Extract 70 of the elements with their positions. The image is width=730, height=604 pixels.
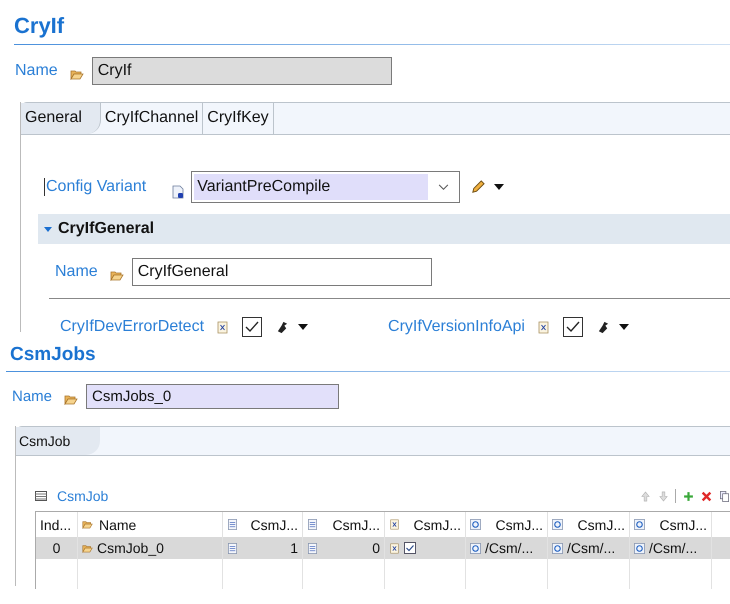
column-label: CsmJ...	[658, 516, 707, 532]
name-label: Name	[55, 263, 98, 281]
document-icon	[389, 542, 400, 554]
name-field[interactable]: CryIf	[92, 57, 392, 85]
name-field[interactable]: CsmJobs_0	[86, 384, 340, 408]
document-icon	[172, 185, 184, 199]
caret-icon[interactable]	[494, 184, 504, 190]
checkbox[interactable]	[562, 317, 583, 337]
name-label: Name	[12, 388, 52, 404]
reference-icon	[634, 542, 645, 554]
document-icon	[217, 320, 228, 334]
name-field[interactable]: CryIfGeneral	[132, 258, 432, 286]
add-icon[interactable]	[683, 490, 694, 502]
table-cell-text: /Csm/...	[485, 540, 534, 556]
tool-icon[interactable]	[276, 320, 290, 334]
tab[interactable]: CryIfKey	[203, 103, 274, 134]
table-cell-text: 0	[52, 540, 62, 556]
tab[interactable]: General	[21, 103, 101, 134]
config-variant-label: Config Variant	[44, 178, 146, 196]
reference-icon	[470, 519, 481, 530]
config-variant-dropdown[interactable]: VariantPreCompile	[191, 171, 460, 203]
folder-icon	[70, 68, 84, 80]
table-cell-text: CsmJob_0	[97, 540, 165, 556]
reference-icon	[470, 542, 481, 554]
column-label: Ind...	[40, 516, 72, 532]
section-title: CsmJobs	[9, 343, 97, 367]
copy-icon[interactable]	[719, 490, 730, 502]
column-label: CsmJ...	[576, 516, 625, 532]
reference-icon	[552, 542, 563, 554]
pencil-icon[interactable]	[470, 180, 486, 194]
number-icon	[227, 542, 238, 554]
document-icon	[538, 320, 549, 334]
table-icon	[35, 491, 47, 501]
parameter-label: CryIfVersionInfoApi	[388, 318, 525, 336]
reference-icon	[634, 519, 645, 530]
reference-icon	[552, 519, 563, 530]
table-row[interactable]: 0 CsmJob_0 1 0 /Csm/... /Csm/... /Csm/...	[36, 537, 730, 559]
number-icon	[307, 519, 318, 530]
number-icon	[227, 519, 238, 530]
document-icon	[389, 519, 400, 530]
table-cell-text: /Csm/...	[649, 540, 698, 556]
caret-icon[interactable]	[618, 324, 629, 330]
column-label: CsmJ...	[412, 516, 461, 532]
table-cell-text: /Csm/...	[567, 540, 616, 556]
page-title: CryIf	[13, 12, 66, 40]
folder-icon	[110, 270, 124, 280]
parameter-label: CryIfDevErrorDetect	[60, 318, 204, 336]
chevron-down-icon	[438, 184, 450, 190]
number-icon	[307, 542, 318, 554]
caret-icon[interactable]	[298, 324, 308, 330]
section-title: CryIfGeneral	[58, 220, 154, 238]
tab[interactable]: CryIfChannel	[100, 103, 204, 134]
expand-icon[interactable]	[44, 226, 52, 232]
delete-icon[interactable]	[701, 490, 712, 502]
checkbox[interactable]	[242, 317, 262, 337]
folder-icon	[64, 394, 78, 404]
tab[interactable]: CsmJob	[16, 427, 100, 455]
tool-icon[interactable]	[596, 320, 610, 334]
table-cell-text: 1	[289, 540, 298, 556]
folder-icon	[82, 519, 93, 530]
column-label: CsmJ...	[250, 516, 298, 532]
checkbox[interactable]	[404, 542, 416, 554]
column-label: Name	[99, 516, 138, 532]
table-cell-text: 0	[371, 540, 380, 556]
folder-icon	[82, 542, 93, 554]
table-title: CsmJob	[57, 488, 108, 504]
column-label: CsmJ...	[332, 516, 380, 532]
name-label: Name	[15, 62, 58, 80]
column-label: CsmJ...	[494, 516, 543, 532]
section-header[interactable]: CryIfGeneral	[38, 214, 730, 244]
